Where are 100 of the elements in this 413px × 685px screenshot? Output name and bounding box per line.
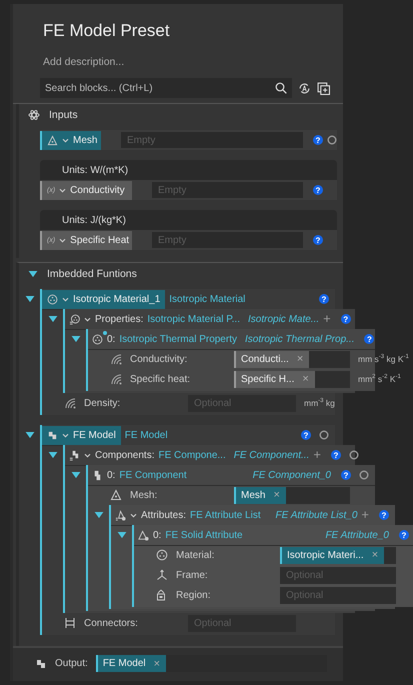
collapse-triangle-icon[interactable] <box>94 512 104 519</box>
field-label: Connectors: <box>84 618 139 628</box>
help-button[interactable]: ? <box>379 510 389 520</box>
linked-value-chip[interactable]: Conducti... × <box>234 350 310 368</box>
chevron-icon[interactable] <box>62 432 69 438</box>
block-label: Properties: <box>95 314 144 324</box>
linked-value-chip[interactable]: Specific H... × <box>234 370 315 388</box>
block-label: 0: <box>107 334 116 344</box>
description-field[interactable]: Add description... <box>43 55 124 69</box>
output-field[interactable]: FE Model × <box>96 655 327 672</box>
field-label: Density: <box>84 398 122 408</box>
output-label: Output: <box>55 658 88 669</box>
block-name-tag[interactable]: Isotropic Material_1 <box>42 290 166 308</box>
chevron-icon[interactable] <box>62 296 69 302</box>
collapse-triangle-icon[interactable] <box>48 316 58 323</box>
help-button[interactable]: ? <box>330 450 341 460</box>
remove-button[interactable]: × <box>372 549 378 561</box>
chevron-icon[interactable] <box>130 512 137 518</box>
field-label: Specific heat: <box>130 374 192 384</box>
collapse-triangle-icon[interactable] <box>24 432 34 439</box>
instance-name: FE Component_0 <box>252 470 331 480</box>
help-button[interactable]: ? <box>319 294 329 304</box>
block-name-tag[interactable]: FE Model <box>42 426 121 444</box>
refresh-icon[interactable] <box>298 82 311 94</box>
help-button[interactable]: ? <box>301 430 311 440</box>
block-label: Attributes: <box>141 510 186 520</box>
add-block-icon[interactable] <box>317 82 330 94</box>
help-button[interactable]: ? <box>313 185 323 195</box>
block-type[interactable]: FE Model <box>124 430 168 440</box>
block-type[interactable]: Isotropic Material <box>169 294 246 304</box>
status-ring-icon[interactable] <box>348 450 359 460</box>
block-type[interactable]: FE Component <box>119 470 187 480</box>
remove-button[interactable]: × <box>273 489 280 501</box>
collapse-triangle-icon[interactable] <box>70 472 80 479</box>
signal-arcs-icon <box>110 373 122 385</box>
block-type[interactable]: Isotropic Thermal Property <box>119 334 237 344</box>
collapse-triangle-icon[interactable] <box>24 296 34 303</box>
signal-arcs-icon <box>64 397 76 409</box>
block-type[interactable]: FE Compone... <box>158 450 226 460</box>
status-ring-icon[interactable] <box>359 470 369 480</box>
add-button[interactable]: + <box>361 510 369 520</box>
help-button[interactable]: ? <box>364 334 374 344</box>
axes-icon <box>156 569 168 581</box>
help-button[interactable]: ? <box>313 135 323 145</box>
section-title: Imbedded Funtions <box>47 268 137 280</box>
input-name-tag[interactable]: Mesh <box>40 130 101 150</box>
linked-value-chip[interactable]: Mesh × <box>234 486 286 504</box>
bracket-icon <box>64 617 76 629</box>
help-button[interactable]: ? <box>341 470 351 480</box>
search-icon[interactable] <box>273 78 292 98</box>
dotted-circle-icon <box>47 294 58 304</box>
chevron-icon[interactable] <box>59 188 66 192</box>
block-label: 0: <box>107 470 116 480</box>
component-icon <box>92 470 103 480</box>
block-list-icon <box>69 450 80 460</box>
chevron-icon[interactable] <box>84 452 91 458</box>
collapse-triangle-icon[interactable] <box>116 532 126 539</box>
remove-button[interactable]: × <box>302 373 309 385</box>
collapse-triangle-icon[interactable] <box>70 336 80 343</box>
triangle-list-icon <box>115 510 126 520</box>
preset-title: FE Model Preset <box>43 20 171 42</box>
field-label: Material: <box>176 550 216 560</box>
section-title: Inputs <box>49 109 78 121</box>
field-label: Frame: <box>176 570 209 580</box>
value-slot[interactable]: Mesh × <box>234 486 350 504</box>
atom-icon <box>28 109 40 121</box>
add-button[interactable]: + <box>323 314 331 324</box>
add-button[interactable]: + <box>313 450 321 460</box>
value-slot[interactable]: Conducti... × <box>234 350 350 368</box>
help-button[interactable]: ? <box>313 235 323 245</box>
remove-button[interactable]: × <box>296 353 304 365</box>
remove-button[interactable]: × <box>154 658 160 670</box>
chevron-icon[interactable] <box>59 238 66 242</box>
block-type[interactable]: FE Solid Attribute <box>165 530 243 540</box>
units-label: Units: W/(m*K) <box>61 164 130 178</box>
block-icon <box>47 430 58 440</box>
search-field[interactable]: Search blocks... (Ctrl+L) <box>40 78 273 98</box>
instance-name: Isotropic Mate... <box>248 314 320 324</box>
block-label: 0: <box>153 530 162 540</box>
help-button[interactable]: ? <box>340 314 351 324</box>
triangle-icon <box>47 134 58 146</box>
signal-arcs-icon <box>110 353 122 365</box>
collapse-triangle-icon[interactable] <box>28 270 38 278</box>
block-type[interactable]: Isotropic Material P... <box>147 314 240 324</box>
region-icon <box>156 589 168 601</box>
unit-label: mm$^{-3}$ kg <box>304 398 335 408</box>
status-ring-icon[interactable] <box>327 135 337 145</box>
instance-name: FE Attribute List_0 <box>276 510 358 520</box>
chevron-icon[interactable] <box>84 316 91 322</box>
collapse-triangle-icon[interactable] <box>48 452 58 459</box>
chevron-icon[interactable] <box>62 138 69 142</box>
block-type[interactable]: FE Attribute List <box>190 510 261 520</box>
unit-label: mm s$^{-3}$ kg K$^{-1}$ <box>358 354 409 364</box>
dotted-circle-list-icon <box>69 314 80 324</box>
value-slot[interactable]: Specific H... × <box>234 370 350 388</box>
help-button[interactable]: ? <box>399 530 409 540</box>
field-label: Region: <box>176 590 212 600</box>
linked-value-chip[interactable]: FE Model × <box>96 655 166 672</box>
instance-name: FE Component... <box>234 450 310 460</box>
status-ring-icon[interactable] <box>319 430 329 440</box>
